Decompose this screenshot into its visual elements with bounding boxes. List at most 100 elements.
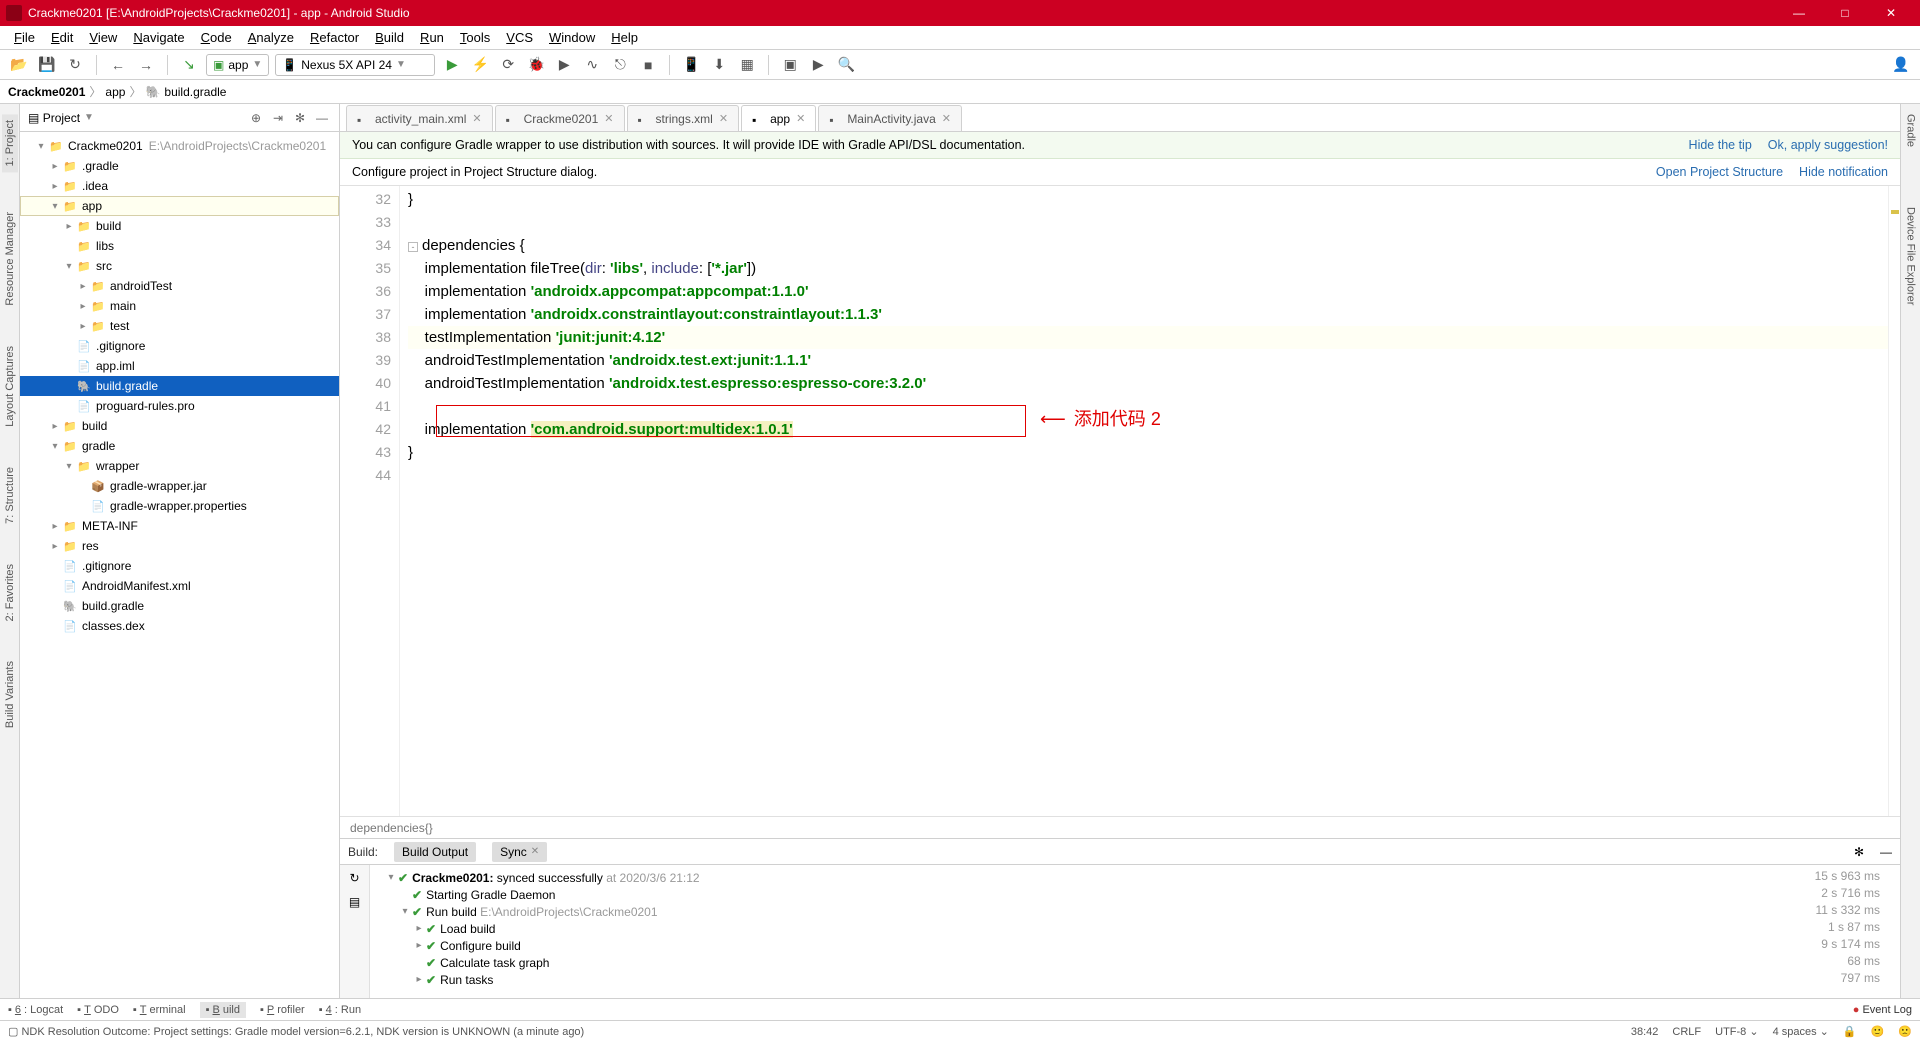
menu-view[interactable]: View [83,28,123,47]
sync-icon[interactable]: ↻ [64,54,86,76]
bottom-tab-build[interactable]: ▪ Build [200,1002,246,1018]
build-icon[interactable]: ↘ [178,54,200,76]
sdk-manager-icon[interactable]: ⬇ [708,54,730,76]
settings-icon[interactable]: ✻ [1854,845,1864,859]
minimize-button[interactable]: — [1776,0,1822,26]
attach-icon[interactable]: ⎋ [609,54,631,76]
code-editor[interactable]: 32333435363738394041424344 ⟵ 添加代码 2 }-de… [340,186,1900,816]
error-stripe[interactable] [1888,186,1900,816]
code-body[interactable]: ⟵ 添加代码 2 }-dependencies { implementation… [400,186,1888,816]
tree-node[interactable]: ▸📁.gradle [20,156,339,176]
tree-node[interactable]: 📄.gitignore [20,336,339,356]
tree-node[interactable]: ▸📁META-INF [20,516,339,536]
tree-node[interactable]: ▸📁build [20,216,339,236]
indent-selector[interactable]: 4 spaces ⌄ [1773,1025,1829,1038]
menu-window[interactable]: Window [543,28,601,47]
code-breadcrumb[interactable]: dependencies{} [340,816,1900,838]
tree-node[interactable]: 📦gradle-wrapper.jar [20,476,339,496]
tool-build-variants[interactable]: Build Variants [4,661,16,728]
editor-tab[interactable]: ▪MainActivity.java✕ [818,105,962,131]
hide-icon[interactable]: — [313,109,331,127]
save-icon[interactable]: 💾 [36,54,58,76]
build-node[interactable]: ✔Starting Gradle Daemon [370,886,1790,903]
build-node[interactable]: ▸✔Configure build [370,937,1790,954]
menu-navigate[interactable]: Navigate [127,28,190,47]
close-icon[interactable]: ✕ [719,112,728,125]
encoding-selector[interactable]: UTF-8 ⌄ [1715,1025,1758,1038]
tree-node[interactable]: 📄app.iml [20,356,339,376]
open-icon[interactable]: 📂 [8,54,30,76]
tree-node[interactable]: 📄.gitignore [20,556,339,576]
collapse-icon[interactable]: ⇥ [269,109,287,127]
close-icon[interactable]: ✕ [604,112,613,125]
tree-node[interactable]: 🐘build.gradle [20,596,339,616]
bottom-tab-4-run[interactable]: ▪ 4: Run [319,1004,361,1016]
apply-code-icon[interactable]: ⟳ [497,54,519,76]
user-icon[interactable]: 👤 [1890,54,1912,76]
menu-file[interactable]: File [8,28,41,47]
layout-inspector-icon[interactable]: ▣ [779,54,801,76]
tool-7-structure[interactable]: 7: Structure [4,467,16,524]
coverage-icon[interactable]: ▶ [553,54,575,76]
tree-node[interactable]: 📄classes.dex [20,616,339,636]
tree-node[interactable]: 📁libs [20,236,339,256]
editor-tab[interactable]: ▪strings.xml✕ [627,105,740,131]
close-icon[interactable]: ✕ [942,112,951,125]
sync-tab[interactable]: Sync ✕ [492,842,547,862]
build-node[interactable]: ▾✔Run build E:\AndroidProjects\Crackme02… [370,903,1790,920]
menu-refactor[interactable]: Refactor [304,28,365,47]
apply-suggestion-link[interactable]: Ok, apply suggestion! [1768,138,1888,152]
tree-node[interactable]: ▾📁app [20,196,339,216]
run-icon[interactable]: ▶ [441,54,463,76]
settings-icon[interactable]: ✻ [291,109,309,127]
menu-code[interactable]: Code [195,28,238,47]
tree-node[interactable]: ▸📁test [20,316,339,336]
profile-icon[interactable]: ∿ [581,54,603,76]
lock-icon[interactable]: 🔒 [1843,1025,1857,1038]
hide-icon[interactable]: — [1880,845,1892,859]
tool-resource-manager[interactable]: Resource Manager [4,212,16,306]
tree-node[interactable]: ▸📁main [20,296,339,316]
tree-node[interactable]: ▾📁Crackme0201E:\AndroidProjects\Crackme0… [20,136,339,156]
tool-device-file-explorer[interactable]: Device File Explorer [1905,207,1917,305]
tree-node[interactable]: ▾📁gradle [20,436,339,456]
build-tree[interactable]: ▾✔Crackme0201: synced successfully at 20… [370,865,1790,998]
tool-layout-captures[interactable]: Layout Captures [4,346,16,427]
restart-icon[interactable]: ↻ [349,871,359,885]
tree-node[interactable]: ▸📁res [20,536,339,556]
status-toggle-icon[interactable]: ▢ [8,1025,18,1038]
menu-vcs[interactable]: VCS [500,28,539,47]
tree-node[interactable]: 📄AndroidManifest.xml [20,576,339,596]
bottom-tab-terminal[interactable]: ▪ Terminal [133,1004,186,1016]
stop-icon[interactable]: ■ [637,54,659,76]
tree-node[interactable]: ▸📁build [20,416,339,436]
debug-icon[interactable]: 🐞 [525,54,547,76]
face-icon[interactable]: 🙂 [1871,1025,1885,1038]
tree-node[interactable]: 📄gradle-wrapper.properties [20,496,339,516]
avd-manager-icon[interactable]: 📱 [680,54,702,76]
filter-icon[interactable]: ▤ [349,895,360,909]
forward-icon[interactable]: → [135,54,157,76]
build-output-tab[interactable]: Build Output [394,842,476,862]
editor-tab[interactable]: ▪Crackme0201✕ [495,105,625,131]
build-node[interactable]: ▸✔Load build [370,920,1790,937]
menu-edit[interactable]: Edit [45,28,79,47]
build-node[interactable]: ✔Calculate task graph [370,954,1790,971]
search-icon[interactable]: 🔍 [835,54,857,76]
event-log-tab[interactable]: ● Event Log [1853,1004,1912,1016]
back-icon[interactable]: ← [107,54,129,76]
bottom-tab-6-logcat[interactable]: ▪ 6: Logcat [8,1004,63,1016]
tree-node[interactable]: ▸📁.idea [20,176,339,196]
menu-analyze[interactable]: Analyze [242,28,300,47]
menu-build[interactable]: Build [369,28,410,47]
tree-node[interactable]: 📄proguard-rules.pro [20,396,339,416]
tree-node[interactable]: ▾📁wrapper [20,456,339,476]
menu-tools[interactable]: Tools [454,28,496,47]
resource-manager-icon[interactable]: ▦ [736,54,758,76]
close-button[interactable]: ✕ [1868,0,1914,26]
tool-gradle[interactable]: Gradle [1905,114,1917,147]
open-project-structure-link[interactable]: Open Project Structure [1656,165,1783,179]
bottom-tab-todo[interactable]: ▪ TODO [77,1004,119,1016]
hide-tip-link[interactable]: Hide the tip [1689,138,1752,152]
apply-changes-icon[interactable]: ⚡ [469,54,491,76]
